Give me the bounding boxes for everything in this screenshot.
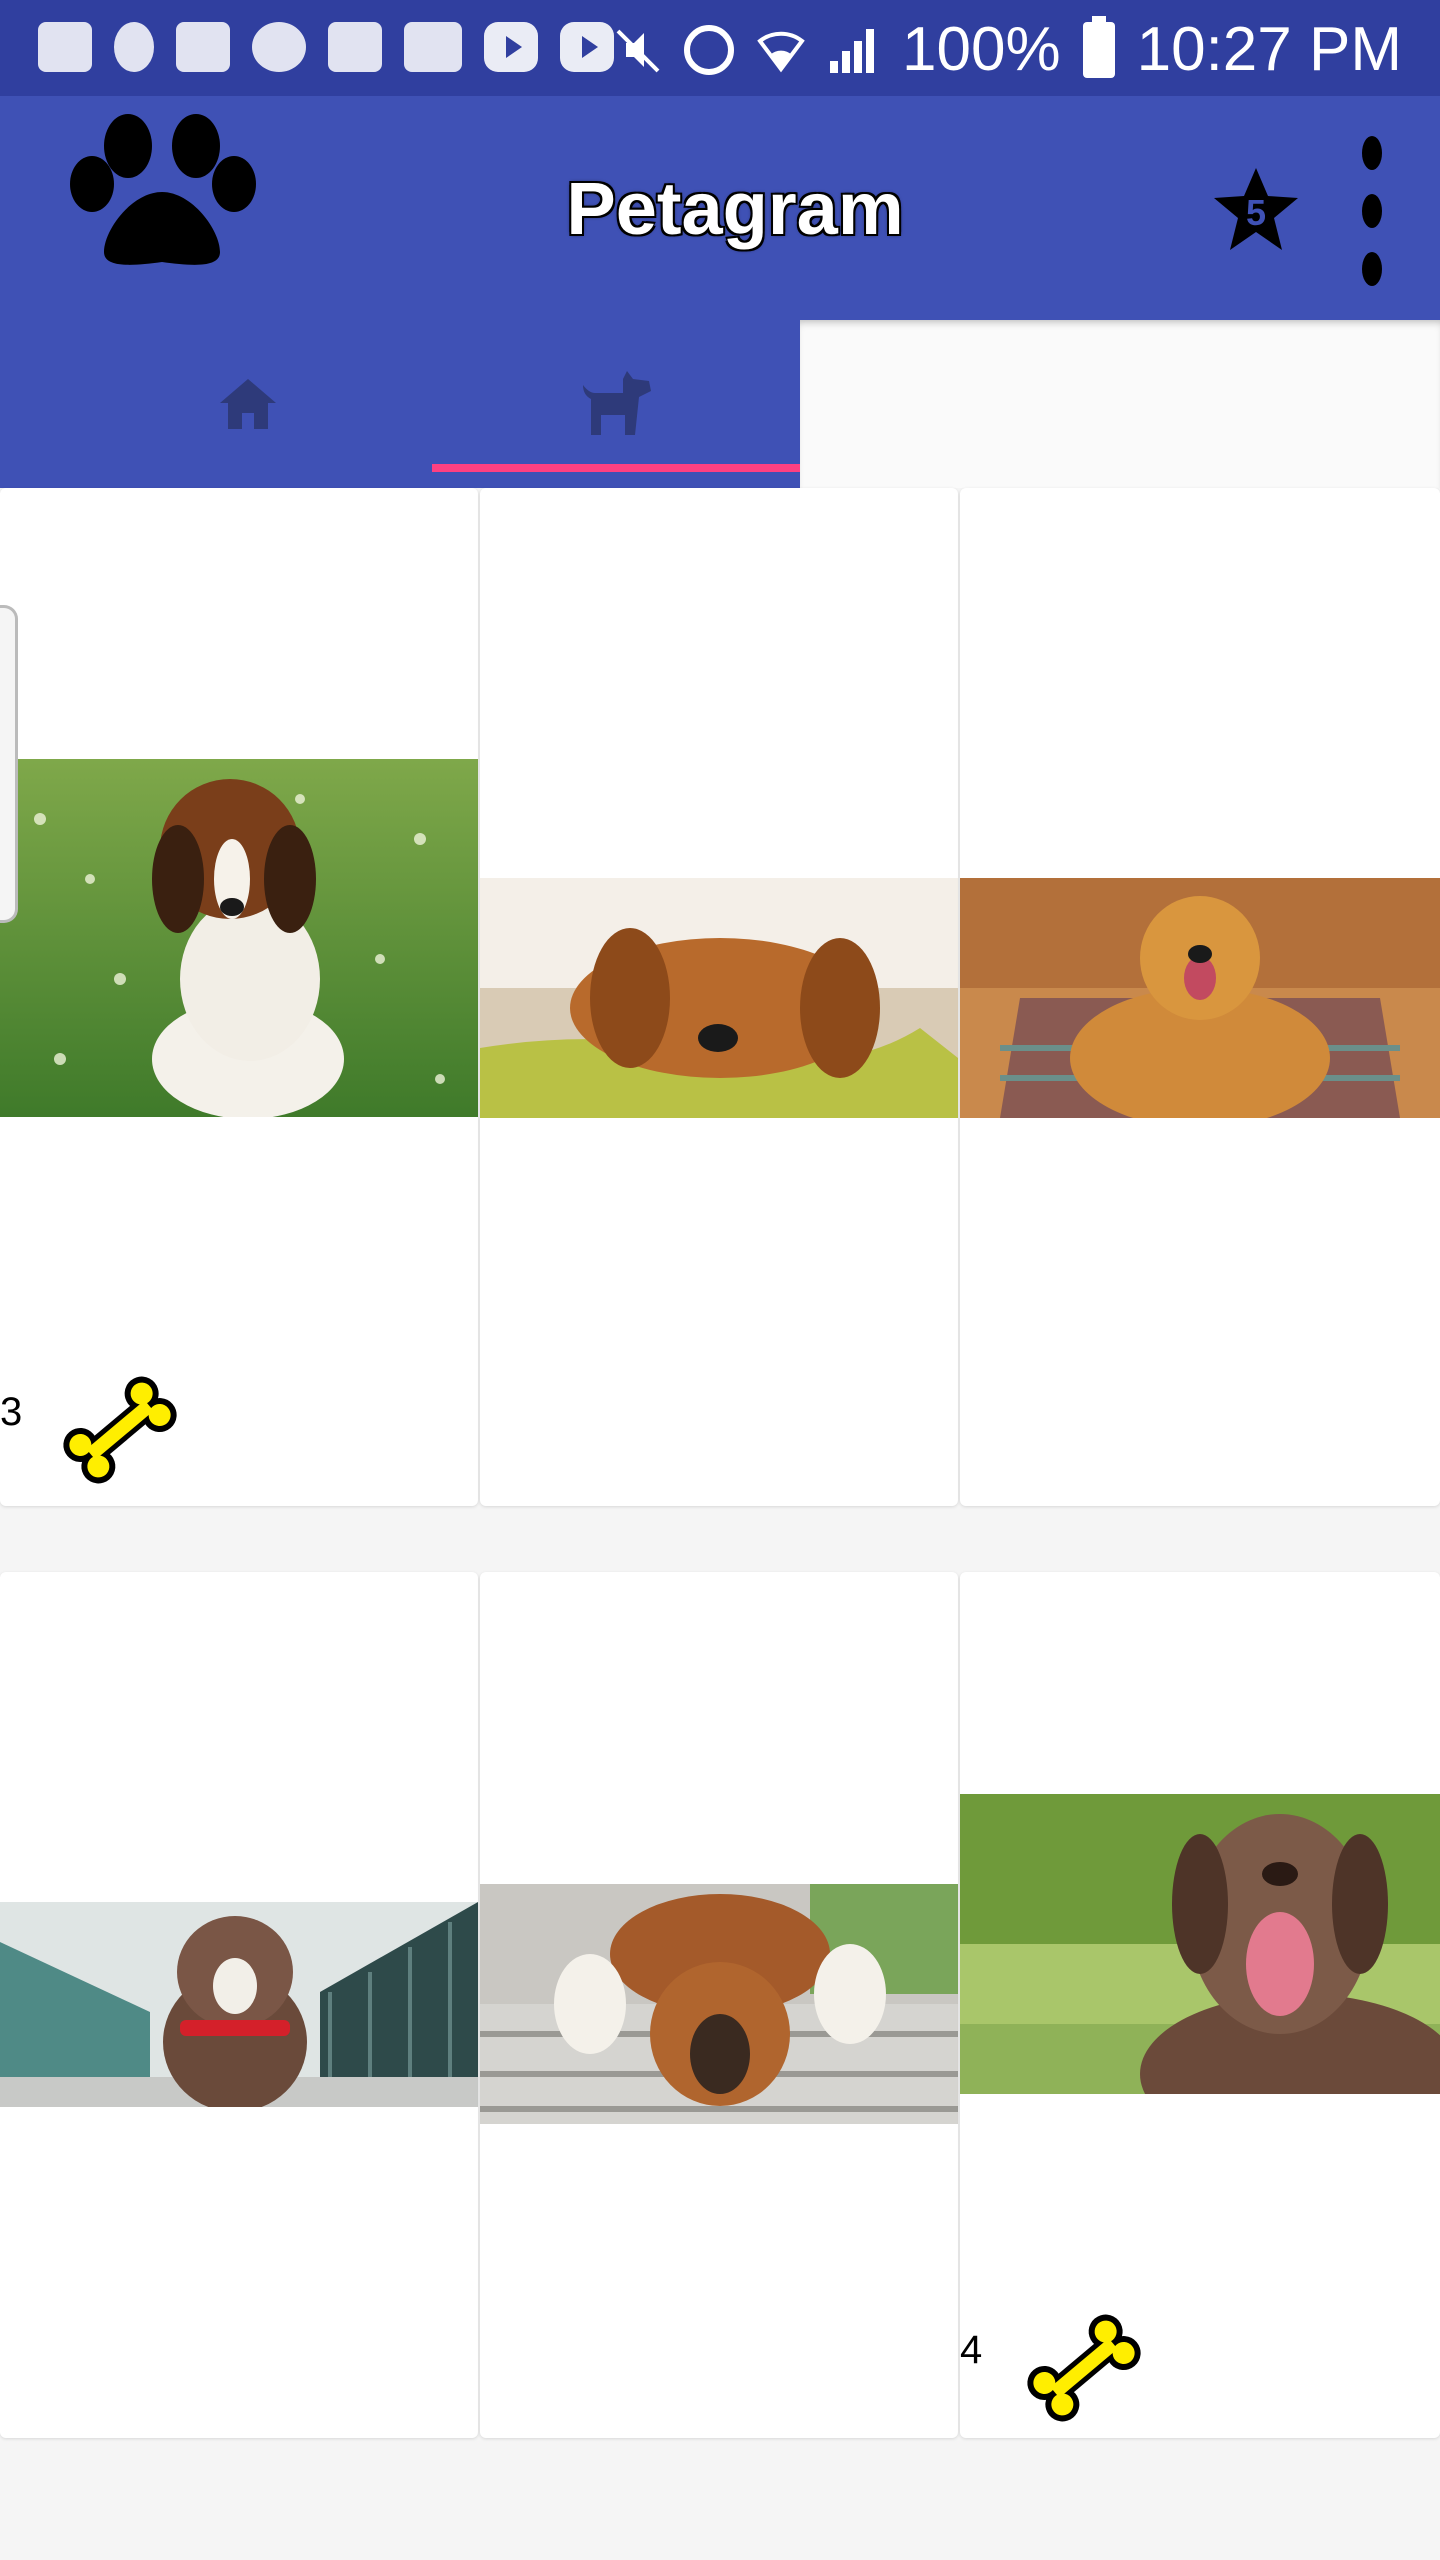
app-bar: Petagram 5 — [0, 96, 1440, 320]
status-bar: 100% 10:27 PM — [0, 0, 1440, 96]
tab-home[interactable] — [64, 320, 432, 488]
battery-icon — [1082, 15, 1115, 78]
pet-card[interactable] — [0, 1572, 478, 2438]
pet-photo — [960, 878, 1440, 1118]
overflow-dot — [1362, 136, 1382, 170]
rating-count: 3 — [0, 1390, 23, 1434]
favorites-count: 5 — [1245, 192, 1267, 233]
mute-icon — [616, 29, 660, 72]
cast-icon — [404, 22, 462, 72]
messages-icon — [38, 22, 92, 72]
system-status: 100% 10:27 PM — [612, 14, 1402, 85]
favorites-button[interactable]: 5 — [1210, 164, 1302, 256]
youtube-icon — [560, 22, 614, 72]
tab-profile[interactable] — [432, 320, 800, 488]
whatsapp-icon — [252, 22, 306, 72]
youtube-icon — [484, 22, 538, 72]
tab-bar — [0, 320, 800, 488]
dog-icon — [583, 371, 651, 435]
bone-icon[interactable] — [1020, 2304, 1148, 2432]
pet-card[interactable] — [960, 488, 1440, 1506]
pet-photo — [480, 878, 958, 1118]
pet-photo — [960, 1794, 1440, 2094]
pet-photo — [480, 1884, 958, 2124]
battery-percent: 100% — [902, 15, 1061, 84]
wifi-icon — [757, 31, 805, 72]
bone-icon[interactable] — [56, 1366, 184, 1494]
clock: 10:27 PM — [1136, 15, 1402, 84]
pet-card[interactable]: 3 — [0, 488, 478, 1506]
notification-icons — [38, 22, 614, 72]
pet-card[interactable] — [480, 1572, 958, 2438]
overflow-dot — [1362, 194, 1382, 228]
calendar-icon — [176, 22, 230, 72]
pet-photo — [0, 759, 478, 1117]
pet-card[interactable]: 4 — [960, 1572, 1440, 2438]
tab-indicator — [432, 464, 800, 472]
gallery-icon — [328, 22, 382, 72]
rating-count: 4 — [960, 2328, 983, 2372]
tab-bar-background — [800, 320, 1440, 488]
overflow-menu-button[interactable] — [1352, 136, 1392, 286]
overflow-dot — [1362, 252, 1382, 286]
pet-photo — [0, 1902, 478, 2107]
home-icon — [220, 379, 276, 429]
edge-panel-handle[interactable] — [0, 605, 18, 923]
usb-icon — [114, 22, 154, 72]
alarm-icon — [684, 24, 735, 75]
pet-card[interactable] — [480, 488, 958, 1506]
signal-icon — [830, 28, 875, 73]
